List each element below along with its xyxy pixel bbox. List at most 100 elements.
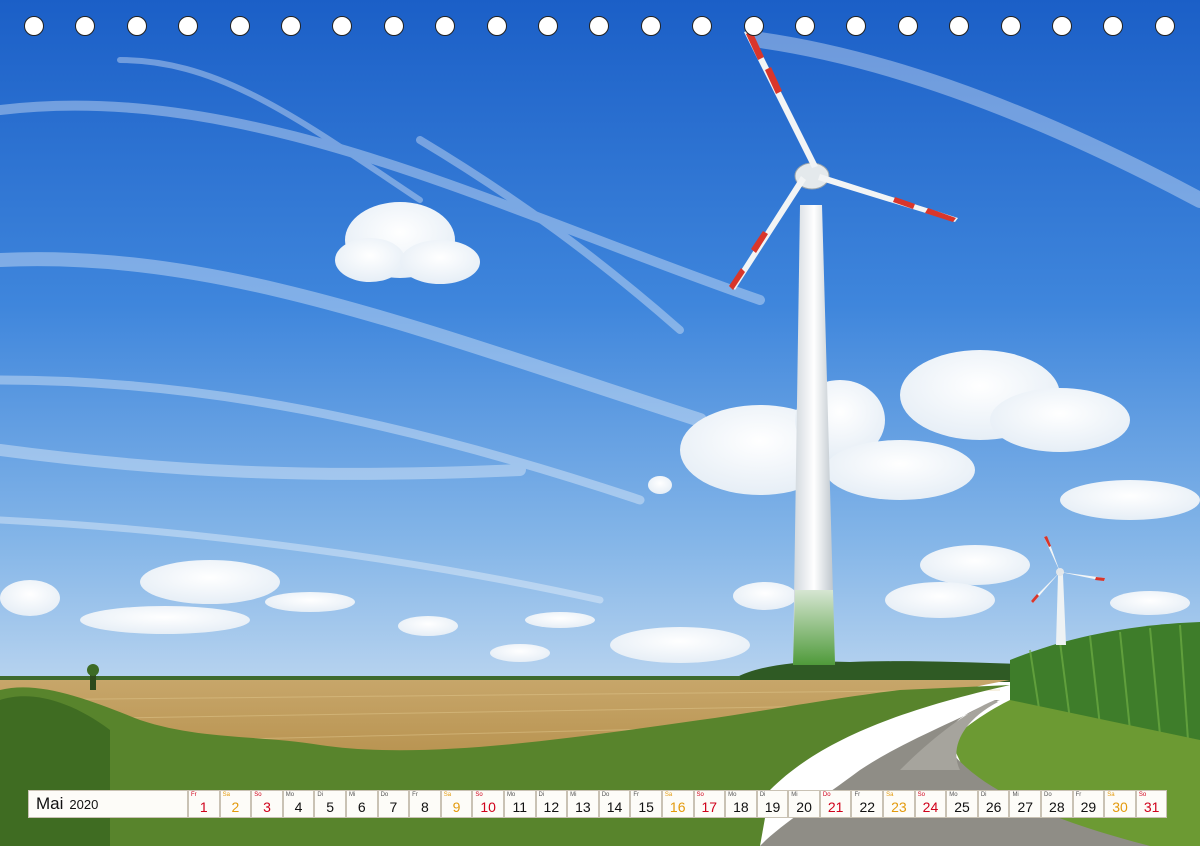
day-number: 26 xyxy=(985,799,1002,815)
day-number: 13 xyxy=(575,799,591,815)
weekday-abbr: Mi xyxy=(1012,792,1019,798)
day-number: 20 xyxy=(796,799,812,815)
binding-hole xyxy=(1000,16,1021,36)
day-number: 27 xyxy=(1017,799,1034,815)
weekday-abbr: Mo xyxy=(949,792,958,798)
weekday-abbr: Sa xyxy=(886,792,894,798)
day-number: 29 xyxy=(1080,799,1097,815)
day-number: 19 xyxy=(764,799,781,815)
day-number: 4 xyxy=(294,799,303,815)
weekday-abbr: Do xyxy=(822,792,831,798)
binding-hole xyxy=(795,16,815,36)
day-number: 10 xyxy=(480,799,496,815)
weekday-abbr: Mo xyxy=(506,792,516,798)
day-cell: Fr 15 xyxy=(630,790,662,818)
weekday-abbr: Fr xyxy=(1075,792,1082,798)
day-number: 15 xyxy=(638,799,654,815)
weekday-abbr: Di xyxy=(759,792,766,798)
day-cell: Mo 25 xyxy=(946,790,978,818)
binding-hole xyxy=(589,16,610,36)
day-number: 28 xyxy=(1049,799,1065,815)
weekday-abbr: So xyxy=(696,792,704,798)
weekday-abbr: Mi xyxy=(348,792,356,798)
weekday-abbr: Di xyxy=(980,792,987,798)
day-cell: Mo 4 xyxy=(282,790,315,818)
binding-hole xyxy=(281,16,301,36)
day-number: 16 xyxy=(669,799,686,815)
binding-hole xyxy=(846,16,867,36)
weekday-abbr: Do xyxy=(380,792,389,798)
day-number: 2 xyxy=(231,799,240,815)
day-cell: Do 14 xyxy=(598,790,631,818)
day-number: 11 xyxy=(512,799,527,815)
day-cell: Fr 1 xyxy=(188,790,220,818)
calendar-strip: Mai 2020 Fr 1 Sa 2 So 3 Mo 4 Di 5 Mi 6 Do 7 Fr 8 Sa 9 So 10… xyxy=(28,790,1168,818)
day-number: 9 xyxy=(452,799,461,815)
day-number: 18 xyxy=(733,799,749,815)
day-cell: Di 5 xyxy=(314,790,346,818)
day-cell: Sa 30 xyxy=(1104,790,1136,818)
weekday-abbr: Mi xyxy=(570,792,577,798)
day-cell: Do 7 xyxy=(377,790,410,818)
binding-hole xyxy=(1103,16,1124,36)
wind-turbine-photo xyxy=(0,0,1200,846)
day-number: 5 xyxy=(326,799,335,815)
binding-hole xyxy=(75,16,96,36)
day-number: 17 xyxy=(701,799,718,815)
day-cell: So 31 xyxy=(1135,790,1168,818)
day-number: 7 xyxy=(389,799,398,815)
day-number: 1 xyxy=(199,799,208,815)
binding-hole xyxy=(538,16,558,36)
weekday-abbr: Fr xyxy=(191,792,197,798)
day-number: 22 xyxy=(859,799,876,815)
weekday-abbr: Fr xyxy=(412,792,418,798)
binding-hole xyxy=(229,16,250,36)
binding-hole xyxy=(692,16,713,36)
weekday-abbr: Di xyxy=(538,792,545,798)
day-number: 31 xyxy=(1143,799,1160,815)
weekday-abbr: Mo xyxy=(728,792,737,798)
calendar-page: Mai 2020 Fr 1 Sa 2 So 3 Mo 4 Di 5 Mi 6 Do 7 Fr 8 Sa 9 So 10… xyxy=(0,0,1200,846)
weekday-abbr: So xyxy=(254,792,262,798)
day-cell: Sa 16 xyxy=(661,790,694,818)
binding-hole xyxy=(332,16,353,36)
binding-hole xyxy=(897,16,918,36)
day-number: 25 xyxy=(954,799,970,815)
weekday-abbr: Di xyxy=(317,792,324,798)
day-cell: Sa 2 xyxy=(219,790,252,818)
weekday-abbr: So xyxy=(1138,792,1147,798)
weekday-abbr: Sa xyxy=(1107,792,1115,798)
binding-hole xyxy=(383,16,404,36)
binding-hole xyxy=(178,16,199,36)
binding-hole xyxy=(1052,16,1072,36)
day-number: 6 xyxy=(357,799,366,815)
day-number: 30 xyxy=(1112,799,1128,815)
weekday-abbr: Sa xyxy=(664,792,673,798)
day-cell: Mi 20 xyxy=(788,790,820,818)
binding-hole xyxy=(24,16,44,36)
binding-hole xyxy=(435,16,456,36)
day-cell: So 10 xyxy=(472,790,504,818)
weekday-abbr: Sa xyxy=(222,792,230,798)
day-cell: Di 12 xyxy=(535,790,568,818)
binding-hole xyxy=(1154,16,1175,36)
binding-hole xyxy=(949,16,970,36)
day-cell: So 17 xyxy=(693,790,726,818)
day-cell: Fr 29 xyxy=(1072,790,1105,818)
day-cell: Mi 6 xyxy=(345,790,378,818)
day-cell: So 3 xyxy=(251,790,283,818)
day-number: 3 xyxy=(263,799,271,815)
day-cells: Fr 1 Sa 2 So 3 Mo 4 Di 5 Mi 6 Do 7 Fr 8 Sa 9 So 10 Mo 11 Di 12 M… xyxy=(188,790,1168,818)
day-number: 24 xyxy=(922,799,939,815)
day-cell: Di 19 xyxy=(756,790,789,818)
binding-hole xyxy=(126,16,147,36)
day-cell: Fr 8 xyxy=(409,790,441,818)
weekday-abbr: Fr xyxy=(633,792,639,798)
binding-hole xyxy=(640,16,661,36)
weekday-abbr: So xyxy=(917,792,925,798)
month-name: Mai xyxy=(36,794,64,813)
weekday-abbr: Mi xyxy=(791,792,798,798)
month-year: 2020 xyxy=(69,796,99,812)
day-number: 14 xyxy=(606,799,623,815)
month-header: Mai 2020 xyxy=(28,790,188,818)
